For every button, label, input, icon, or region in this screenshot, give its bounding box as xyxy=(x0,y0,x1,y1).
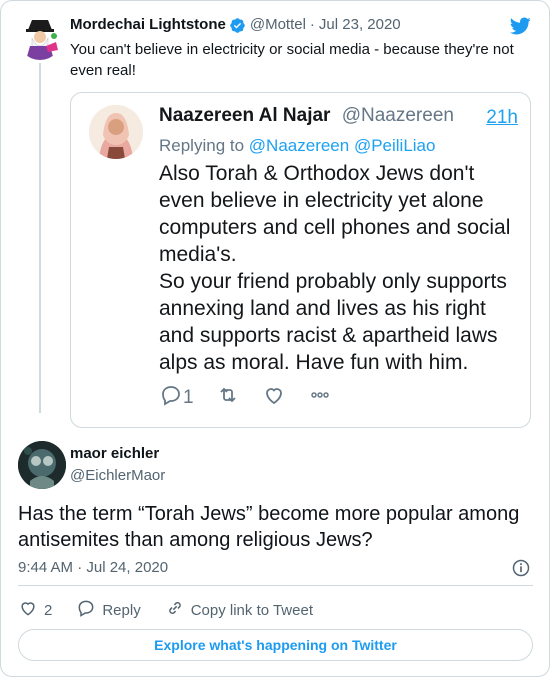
info-icon[interactable] xyxy=(511,558,531,578)
like-count: 2 xyxy=(44,601,53,619)
embedded-tweet-screenshot[interactable]: Naazereen Al Najar @Naazereen 21h Replyi… xyxy=(70,92,531,428)
screenshot-reply-action: 1 xyxy=(159,383,194,413)
screenshot-text-line: and supports racist & apartheid laws xyxy=(159,324,498,347)
screenshot-time: 21h xyxy=(486,107,518,128)
copy-link-button[interactable]: Copy link to Tweet xyxy=(165,598,313,622)
screenshot-author-name: Naazereen Al Najar xyxy=(159,105,331,126)
like-icon xyxy=(262,383,286,413)
main-action-bar: 2 Reply Copy link to Tweet xyxy=(18,598,337,622)
divider xyxy=(18,585,533,586)
explore-twitter-button[interactable]: Explore what's happening on Twitter xyxy=(18,629,533,661)
main-author-name[interactable]: maor eichler xyxy=(70,445,159,462)
verified-badge-icon xyxy=(229,17,246,34)
tweet-embed-card: Mordechai Lightstone @Mottel · Jul 23, 2… xyxy=(0,0,550,677)
screenshot-replying-to: Replying to @Naazereen @PeiliLiao xyxy=(159,136,435,156)
parent-author-name[interactable]: Mordechai Lightstone xyxy=(70,15,226,35)
heart-icon xyxy=(18,598,44,622)
copy-link-label: Copy link to Tweet xyxy=(190,601,313,619)
separator-dot: · xyxy=(309,16,315,33)
screenshot-author-handle: @Naazereen xyxy=(341,105,454,126)
reply-icon xyxy=(159,383,183,413)
parent-author-avatar[interactable] xyxy=(18,16,62,60)
replying-to-handles: @Naazereen @PeiliLiao xyxy=(248,136,436,155)
screenshot-more-action xyxy=(308,383,332,413)
screenshot-action-bar: 1 xyxy=(159,383,354,413)
screenshot-text-line: computers and cell phones and social xyxy=(159,216,511,239)
more-icon xyxy=(308,383,332,413)
parent-author-handle[interactable]: @Mottel xyxy=(250,15,306,35)
screenshot-like-action xyxy=(262,383,286,413)
screenshot-text-line: media's. xyxy=(159,243,237,266)
main-tweet-text: Has the term “Torah Jews” become more po… xyxy=(18,503,520,551)
screenshot-retweet-action xyxy=(216,383,240,413)
reply-button[interactable]: Reply xyxy=(76,598,141,622)
screenshot-reply-count: 1 xyxy=(183,387,194,408)
main-author-handle[interactable]: @EichlerMaor xyxy=(70,467,165,484)
screenshot-author-avatar xyxy=(89,105,143,159)
screenshot-text-line: So your friend probably only supports xyxy=(159,270,507,293)
replying-to-label: Replying to xyxy=(159,136,245,155)
screenshot-text-line: alps as moral. Have fun with him. xyxy=(159,351,469,374)
parent-tweet-date[interactable]: Jul 23, 2020 xyxy=(319,15,401,35)
screenshot-text-line: Also Torah & Orthodox Jews don't xyxy=(159,162,475,185)
reply-icon xyxy=(76,598,102,622)
screenshot-tweet-text: Also Torah & Orthodox Jews don't even be… xyxy=(159,160,529,376)
main-author-avatar[interactable] xyxy=(18,441,66,489)
like-button[interactable]: 2 xyxy=(18,598,52,622)
main-tweet-timestamp[interactable]: 9:44 AM · Jul 24, 2020 xyxy=(18,559,168,576)
screenshot-text-line: even believe in electricity yet alone xyxy=(159,189,484,212)
reply-label: Reply xyxy=(102,601,141,619)
thread-connector-line xyxy=(39,63,41,413)
link-icon xyxy=(165,598,191,622)
screenshot-header: Naazereen Al Najar @Naazereen xyxy=(159,105,454,127)
retweet-icon xyxy=(216,383,240,413)
parent-tweet-text: You can't believe in electricity or soci… xyxy=(70,41,514,79)
parent-tweet-header: Mordechai Lightstone @Mottel · Jul 23, 2… xyxy=(70,15,401,35)
screenshot-text-line: annexing land and lives as his right xyxy=(159,297,486,320)
twitter-bird-icon[interactable] xyxy=(508,15,532,37)
